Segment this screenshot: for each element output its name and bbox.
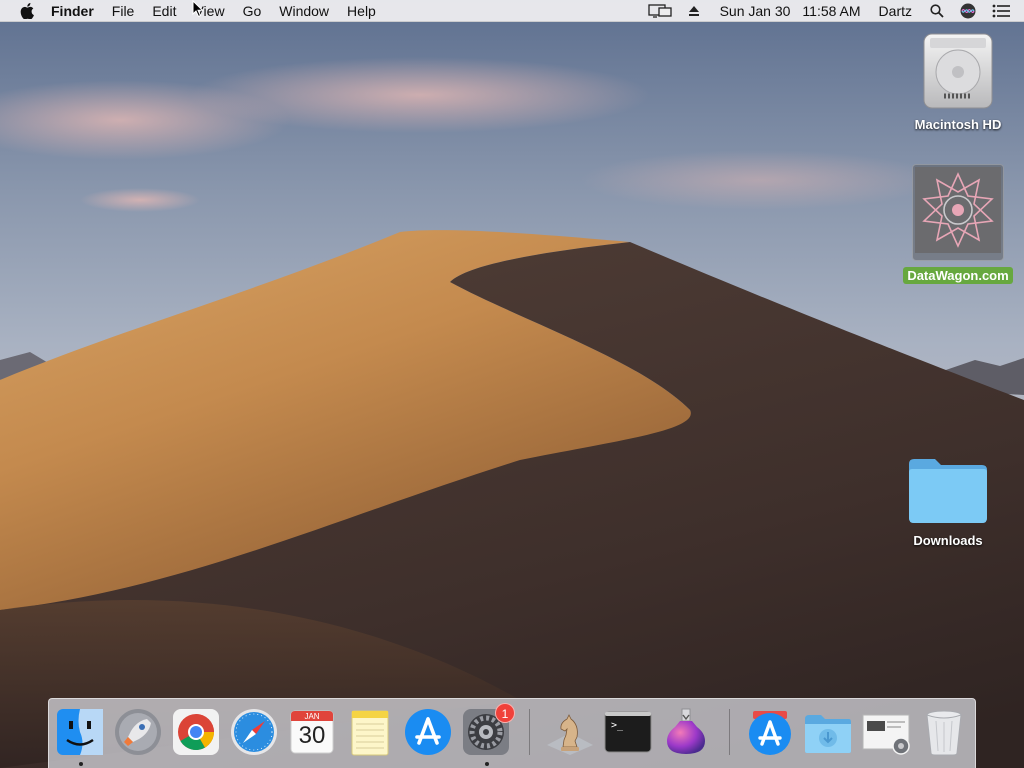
dock-app-store-stack[interactable] [745, 707, 795, 757]
launchpad-rocket-icon [115, 709, 161, 755]
spotlight-search-icon[interactable] [922, 0, 952, 22]
safari-compass-icon [231, 709, 277, 755]
menu-help[interactable]: Help [338, 0, 385, 22]
running-indicator [79, 762, 83, 766]
hard-drive-icon [923, 33, 993, 109]
dock-calendar[interactable]: JAN 30 [287, 707, 337, 757]
desktop-wallpaper [0, 0, 1024, 768]
dock-trash[interactable] [919, 707, 969, 757]
dock-separator [529, 709, 530, 755]
apple-icon [20, 2, 34, 19]
mouse-cursor-icon [192, 0, 204, 18]
menu-app-name[interactable]: Finder [42, 0, 103, 22]
menu-window[interactable]: Window [270, 0, 338, 22]
menu-bar-extras: Sun Jan 30 11:58 AM Dartz [640, 0, 1024, 22]
dock-terminal[interactable]: >_ [603, 707, 653, 757]
calendar-month: JAN [304, 712, 320, 721]
dock-chrome[interactable] [171, 707, 221, 757]
apple-menu[interactable] [0, 2, 42, 19]
dock-chess[interactable] [545, 707, 595, 757]
user-menu[interactable]: Dartz [867, 0, 922, 22]
dock-finder[interactable] [55, 707, 105, 757]
menu-bar: Finder File Edit View Go Window Help Sun… [0, 0, 1024, 22]
airplay-display-icon[interactable] [640, 0, 680, 22]
menu-go[interactable]: Go [234, 0, 271, 22]
siri-icon[interactable] [952, 0, 984, 22]
installer-potion-icon [667, 708, 705, 754]
clock-time[interactable]: 11:58 AM [796, 0, 866, 22]
notification-badge: 1 [495, 703, 515, 723]
calendar-day: 30 [298, 722, 326, 749]
terminal-icon [604, 711, 652, 753]
dock-documents-stack[interactable] [861, 707, 911, 757]
dock-downloads-stack[interactable] [803, 707, 853, 757]
desktop-icon-label: Macintosh HD [914, 117, 1002, 132]
desktop-icon-macintosh-hd[interactable]: Macintosh HD [908, 30, 1008, 133]
running-indicator [485, 762, 489, 766]
menu-file[interactable]: File [103, 0, 144, 22]
chrome-icon [173, 709, 219, 755]
document-stack-icon [862, 714, 910, 755]
app-store-icon [405, 709, 451, 755]
dock-system-preferences[interactable]: 1 [461, 703, 515, 757]
dock-launchpad[interactable] [113, 707, 163, 757]
clock-date[interactable]: Sun Jan 30 [708, 0, 797, 22]
notification-center-icon[interactable] [984, 0, 1024, 22]
desktop-icon-datawagon[interactable]: DataWagon.com [900, 164, 1016, 284]
app-store-icon [749, 711, 791, 755]
dock: JAN 30 1 >_ [48, 698, 976, 768]
desktop-icon-downloads[interactable]: Downloads [898, 456, 998, 549]
dock-safari[interactable] [229, 707, 279, 757]
menu-edit[interactable]: Edit [143, 0, 185, 22]
eject-icon[interactable] [680, 0, 708, 22]
dock-app-store[interactable] [403, 707, 453, 757]
terminal-prompt: >_ [611, 720, 624, 731]
selection-highlight [912, 164, 1004, 261]
trash-icon [926, 710, 962, 756]
datawagon-logo-icon [915, 167, 1001, 253]
desktop-icon-label: Downloads [913, 533, 983, 548]
desktop-icon-label: DataWagon.com [903, 267, 1013, 284]
chess-knight-icon [547, 714, 593, 755]
finder-icon [57, 709, 103, 755]
dock-installer[interactable] [661, 707, 711, 757]
folder-icon [909, 459, 987, 523]
notes-icon [351, 710, 389, 756]
dock-separator [729, 709, 730, 755]
dock-notes[interactable] [345, 707, 395, 757]
downloads-folder-icon [805, 715, 851, 753]
